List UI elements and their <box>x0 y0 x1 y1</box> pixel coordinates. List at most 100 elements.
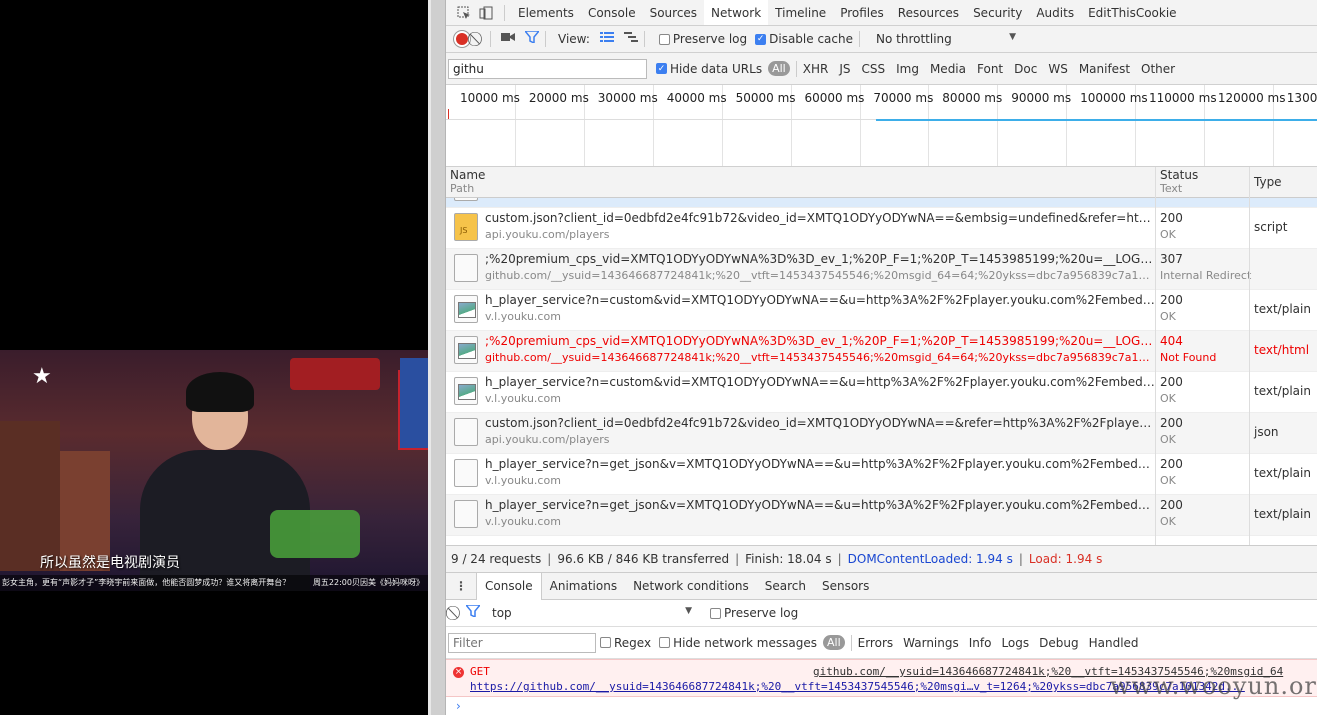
dom-content-loaded-time: DOMContentLoaded: 1.94 s <box>847 552 1013 566</box>
tab-timeline[interactable]: Timeline <box>768 0 833 25</box>
console-prompt[interactable]: › <box>456 699 461 713</box>
request-path: v.l.youku.com <box>485 474 561 487</box>
request-name[interactable]: h_player_service?n=custom&vid=XMTQ1ODYyO… <box>485 293 1155 307</box>
large-rows-icon[interactable] <box>599 31 614 47</box>
tab-sources[interactable]: Sources <box>643 0 704 25</box>
drawer-menu-icon[interactable]: ⋮ <box>446 579 476 593</box>
network-summary: 9 / 24 requests | 96.6 KB / 846 KB transf… <box>446 545 1317 573</box>
table-row[interactable]: custom.json?client_id=0edbfd2e4fc91b72&v… <box>446 413 1317 454</box>
drawer-tab-network-conditions[interactable]: Network conditions <box>625 573 757 600</box>
preserve-log-checkbox[interactable] <box>658 33 670 45</box>
type-filter-manifest[interactable]: Manifest <box>1079 62 1130 76</box>
inspect-element-icon[interactable] <box>456 5 472 21</box>
type-filter-media[interactable]: Media <box>930 62 966 76</box>
drawer-tab-search[interactable]: Search <box>757 573 814 600</box>
filter-icon[interactable] <box>523 30 541 47</box>
console-preserve-log-checkbox[interactable] <box>710 607 721 619</box>
column-type[interactable]: Type <box>1254 175 1282 189</box>
level-filter-debug[interactable]: Debug <box>1039 636 1078 650</box>
type-filter-doc[interactable]: Doc <box>1014 62 1037 76</box>
request-name[interactable]: h_player_service?n=custom&vid=XMTQ1ODYyO… <box>485 375 1155 389</box>
table-row[interactable]: ;%20premium_cps_vid=XMTQ1ODYyODYwNA%3D%3… <box>446 331 1317 372</box>
regex-checkbox[interactable] <box>600 637 611 648</box>
column-divider[interactable] <box>1249 167 1250 545</box>
level-filter-info[interactable]: Info <box>969 636 992 650</box>
request-name[interactable]: custom.json?client_id=0edbfd2e4fc91b72&v… <box>485 211 1155 225</box>
timeline-tick-label: 20000 ms <box>528 91 589 105</box>
type-filter-js[interactable]: JS <box>839 62 850 76</box>
level-filter-errors[interactable]: Errors <box>858 636 894 650</box>
column-text-label: Text <box>1160 182 1183 195</box>
drawer-tab-animations[interactable]: Animations <box>542 573 625 600</box>
capture-screenshots-icon[interactable] <box>501 31 515 47</box>
disable-cache-checkbox[interactable]: ✓ <box>755 33 767 45</box>
console-filter-input[interactable] <box>448 632 596 653</box>
column-status[interactable]: Status Text <box>1160 168 1198 196</box>
throttling-select[interactable]: No throttling ▼ <box>876 32 1016 46</box>
request-name[interactable]: ;%20premium_cps_vid=XMTQ1ODYyODYwNA%3D%3… <box>485 334 1155 348</box>
tab-audits[interactable]: Audits <box>1029 0 1081 25</box>
table-row[interactable]: h_player_service?n=custom&vid=XMTQ1ODYyO… <box>446 372 1317 413</box>
type-filter-ws[interactable]: WS <box>1048 62 1067 76</box>
level-filter-all[interactable]: All <box>822 635 845 650</box>
preserve-log-label: Preserve log <box>672 32 748 46</box>
drawer-tab-console[interactable]: Console <box>476 572 542 600</box>
tab-elements[interactable]: Elements <box>511 0 581 25</box>
hide-data-urls-checkbox[interactable]: ✓ <box>656 63 667 74</box>
record-button[interactable] <box>456 33 468 45</box>
request-name[interactable]: h_player_service?n=get_json&v=XMTQ1ODYyO… <box>485 457 1155 471</box>
disable-cache-label: Disable cache <box>769 32 853 46</box>
console-filter-icon[interactable] <box>464 604 482 621</box>
type-filter-font[interactable]: Font <box>977 62 1003 76</box>
tab-profiles[interactable]: Profiles <box>833 0 891 25</box>
context-select[interactable]: top ▼ <box>492 606 692 620</box>
ticker-schedule: 周五22:00贝因美《妈妈咪呀》 <box>312 578 424 587</box>
table-row[interactable]: h_player_service?n=get_json&v=XMTQ1ODYyO… <box>446 454 1317 495</box>
request-name[interactable]: ;%20premium_cps_vid=XMTQ1ODYyODYwNA%3D%3… <box>485 252 1155 266</box>
column-status-label: Status <box>1160 168 1199 182</box>
network-overview[interactable]: 10000 ms 20000 ms 30000 ms 40000 ms 50000 ms… <box>446 85 1317 167</box>
request-name[interactable]: h_player_service?n=get_json&v=XMTQ1ODYyO… <box>485 498 1155 512</box>
drawer-tab-sensors[interactable]: Sensors <box>814 573 877 600</box>
load-marker <box>448 109 449 119</box>
request-status: 200 <box>1160 498 1183 512</box>
timeline-tick-label: 100000 ms <box>1080 91 1148 105</box>
type-filter-other[interactable]: Other <box>1141 62 1175 76</box>
tab-console[interactable]: Console <box>581 0 643 25</box>
video-player[interactable]: ★ 所以虽然是电视剧演员 彭女主角，更有“声影才子”李晓宇前来面做，他能否圆梦成… <box>0 350 428 591</box>
table-row[interactable]: h_player_service?n=custom&vid=XMTQ1ODYyO… <box>446 290 1317 331</box>
type-filter-xhr[interactable]: XHR <box>803 62 829 76</box>
table-row[interactable]: h_player_service?n=get_json&v=XMTQ1ODYyO… <box>446 495 1317 536</box>
level-filter-logs[interactable]: Logs <box>1001 636 1029 650</box>
type-filter-img[interactable]: Img <box>896 62 919 76</box>
type-filter-css[interactable]: CSS <box>861 62 885 76</box>
background-building <box>0 421 60 571</box>
tab-editthiscookie[interactable]: EditThisCookie <box>1081 0 1184 25</box>
file-type-icon <box>454 500 478 528</box>
tab-network[interactable]: Network <box>704 0 769 25</box>
context-value: top <box>492 606 512 620</box>
hide-network-checkbox[interactable] <box>659 637 671 648</box>
pane-splitter[interactable] <box>428 0 446 715</box>
table-row[interactable]: custom.json?client_id=0edbfd2e4fc91b72&v… <box>446 208 1317 249</box>
filter-input[interactable] <box>448 58 647 79</box>
column-divider[interactable] <box>1155 167 1156 545</box>
request-status-text: OK <box>1160 392 1176 405</box>
console-preserve-log-label: Preserve log <box>724 606 799 620</box>
toolbar-divider <box>504 4 505 21</box>
tab-security[interactable]: Security <box>966 0 1029 25</box>
table-row[interactable]: ;%20premium_cps_vid=XMTQ1ODYyODYwNA%3D%3… <box>446 249 1317 290</box>
tab-resources[interactable]: Resources <box>891 0 966 25</box>
level-filter-handled[interactable]: Handled <box>1089 636 1139 650</box>
request-path: v.l.youku.com <box>485 515 561 528</box>
type-filters: XHR JS CSS Img Media Font Doc WS Manifest Other <box>792 62 1175 76</box>
devtools: Elements Console Sources Network Timeline Pro… <box>446 0 1317 715</box>
level-filter-warnings[interactable]: Warnings <box>903 636 959 650</box>
error-icon: × <box>453 667 464 678</box>
type-filter-all[interactable]: All <box>768 61 790 76</box>
column-name[interactable]: Name Path <box>450 168 485 196</box>
network-filterbar: ✓ Hide data URLs All XHR JS CSS Img Media Fon… <box>446 53 1317 85</box>
overview-icon[interactable] <box>623 31 638 47</box>
device-mode-icon[interactable] <box>478 5 494 21</box>
request-name[interactable]: custom.json?client_id=0edbfd2e4fc91b72&v… <box>485 416 1155 430</box>
